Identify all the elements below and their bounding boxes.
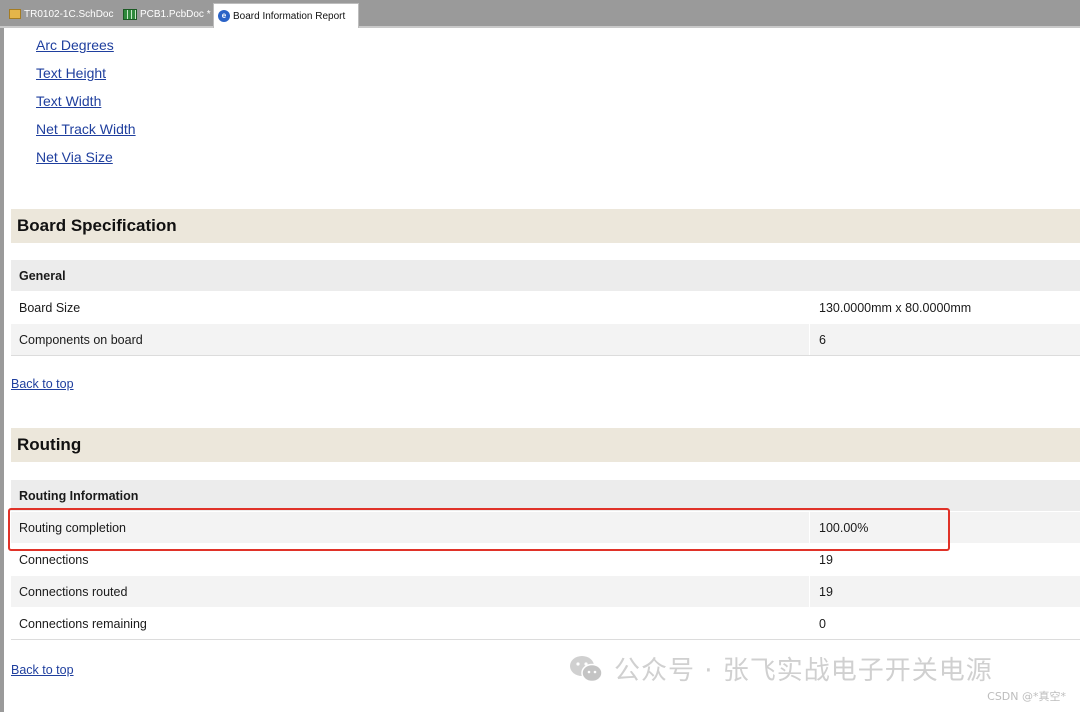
row-label: Board Size (19, 301, 81, 315)
table-row: Connections routed 19 (11, 575, 1080, 607)
tab-label: PCB1.PcbDoc * (140, 8, 211, 20)
row-value: 100.00% (809, 512, 1080, 543)
table-divider (11, 639, 1080, 640)
table-row: Connections remaining 0 (11, 607, 1080, 639)
toc-link-net-track-width[interactable]: Net Track Width (36, 120, 136, 138)
section-header-board-specification: Board Specification (11, 209, 1080, 243)
pcb-icon (123, 8, 137, 20)
toc-link-text-height[interactable]: Text Height (36, 64, 106, 82)
board-spec-table: General Board Size 130.0000mm x 80.0000m… (11, 259, 1080, 356)
table-group-header: Routing Information (11, 479, 1080, 511)
table-row: Connections 19 (11, 543, 1080, 575)
document-tab-bar: TR0102-1C.SchDoc PCB1.PcbDoc * e Board I… (0, 0, 1080, 28)
row-value: 19 (809, 576, 1080, 607)
row-value: 6 (809, 324, 1080, 355)
watermark: 公众号 · 张飞实战电子开关电源 (568, 650, 993, 687)
toc-link-net-via-size[interactable]: Net Via Size (36, 148, 113, 166)
row-value: 19 (809, 544, 1080, 575)
row-value: 0 (809, 608, 1080, 639)
section-header-routing: Routing (11, 428, 1080, 462)
toc-link-arc-degrees[interactable]: Arc Degrees (36, 36, 114, 54)
table-row: Components on board 6 (11, 323, 1080, 355)
report-view: Arc Degrees Text Height Text Width Net T… (4, 30, 1080, 712)
tab-label: TR0102-1C.SchDoc (24, 8, 114, 20)
report-icon: e (218, 10, 230, 22)
table-row: Routing completion 100.00% (11, 511, 1080, 543)
group-title: Routing Information (19, 489, 139, 503)
table-group-header: General (11, 259, 1080, 291)
tab-label: Board Information Report (233, 10, 346, 22)
group-title: General (19, 269, 66, 283)
routing-table: Routing Information Routing completion 1… (11, 479, 1080, 640)
watermark-credit: CSDN @*真空* (987, 690, 1066, 703)
table-row: Board Size 130.0000mm x 80.0000mm (11, 291, 1080, 323)
wechat-icon (570, 655, 603, 682)
tab-schematic[interactable]: TR0102-1C.SchDoc (6, 3, 116, 25)
row-label: Connections routed (19, 585, 128, 599)
back-to-top-link[interactable]: Back to top (11, 663, 74, 677)
tab-board-information-report[interactable]: e Board Information Report (213, 3, 359, 28)
toc-link-text-width[interactable]: Text Width (36, 92, 101, 110)
row-label: Connections remaining (19, 617, 147, 631)
row-label: Components on board (19, 333, 143, 347)
row-value: 130.0000mm x 80.0000mm (809, 292, 1080, 323)
table-divider (11, 355, 1080, 356)
row-label: Connections (19, 553, 89, 567)
row-label: Routing completion (19, 521, 127, 535)
schematic-icon (9, 9, 21, 19)
back-to-top-link[interactable]: Back to top (11, 377, 74, 391)
tab-pcb[interactable]: PCB1.PcbDoc * (120, 3, 212, 25)
watermark-text: 公众号 · 张飞实战电子开关电源 (614, 656, 993, 686)
